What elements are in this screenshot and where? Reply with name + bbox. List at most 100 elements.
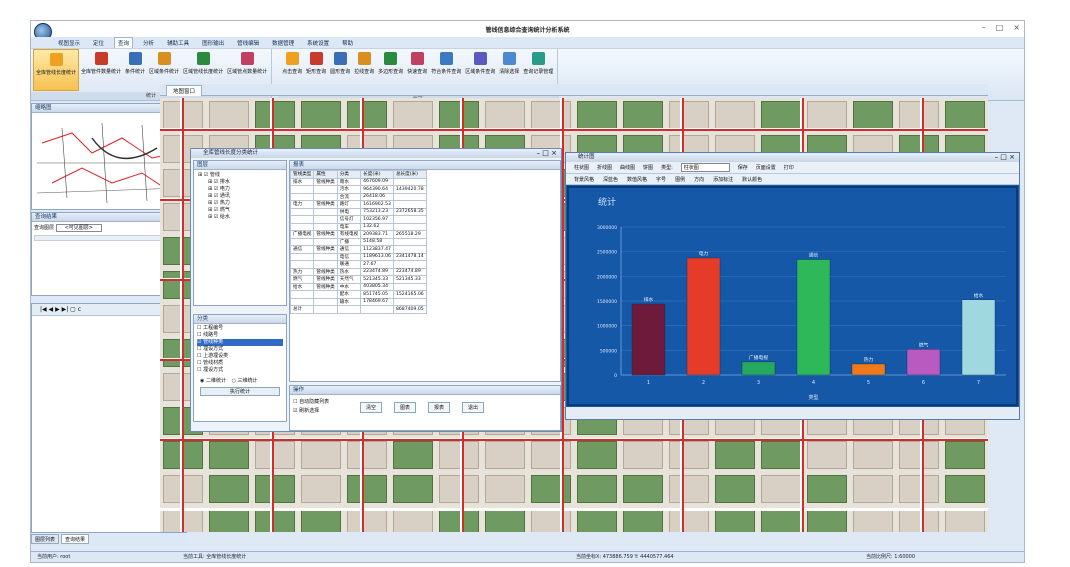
exit-button[interactable]: 退出 [462,402,485,413]
chart-tool-button[interactable]: 曲线图 [620,164,635,171]
tab-query-result[interactable]: 查询结果 [61,534,90,544]
chart-tool-button[interactable]: 打印 [784,164,794,171]
classify-item[interactable]: ☐ 工程编号 [197,325,283,332]
map-building [807,101,847,129]
table-cell [392,260,427,269]
layer-tree-item[interactable]: ⊞ ☑ 电力 [198,186,282,193]
chart-button[interactable]: 图表 [394,402,417,413]
stats-dialog: 全库管线长度分类统计 – □ × 图层 ⊞ ☑ 管线 ⊞ ☑ 排水 ⊞ ☑ 电力 ⊞ … [190,148,562,432]
tab-map-window[interactable]: 地图窗口 [166,85,203,96]
radio-3d[interactable]: ○ 三维统计 [232,378,258,384]
chart-option[interactable]: 数值风格 [627,176,647,183]
map-block [761,101,801,129]
map-block [347,475,387,503]
table-row: 热力 管线种类 热水 223474.89 223474.89 [290,267,427,276]
chart-option[interactable]: 添加标注 [713,176,733,183]
chart-tool-button[interactable]: 保存 [738,164,748,171]
chart-option[interactable]: 背景风格 [574,176,594,183]
classify-item[interactable]: ☐ 线路号 [197,332,283,339]
scope-select[interactable]: <可见图层> [55,224,102,232]
chart-tool-button[interactable]: 类型: [661,164,673,171]
layer-tree-item[interactable]: ⊞ ☑ 燃气 [198,207,282,214]
table-cell [392,192,427,201]
table-cell [313,260,338,269]
clear-button[interactable]: 清空 [360,402,383,413]
chart-tool-button[interactable]: 折线图 [597,164,612,171]
ribbon-button[interactable]: 全库管线长度统计 [33,49,80,91]
map-building [853,475,893,503]
chart-tool-button[interactable]: 饼图 [643,164,653,171]
map-block [301,101,341,129]
radio-2d[interactable]: ◉ 二维统计 [200,378,226,384]
menu-item[interactable]: 图形输出 [199,38,227,48]
tab-layer-list[interactable]: 图层列表 [31,534,60,544]
map-block [715,441,755,469]
layer-tree-item[interactable]: ⊞ ☑ 热力 [198,200,282,207]
chart-type-select[interactable]: 柱状图 [680,163,730,172]
chart-option[interactable]: 深蓝色 [603,176,618,183]
layer-tree-item[interactable]: ⊞ ☑ 给水 [198,214,282,221]
layers-title: 图层 [194,161,286,170]
tool-icon [333,52,347,65]
chart-tool-button[interactable]: 页面设置 [756,164,776,171]
bar [686,257,721,376]
map-block [255,101,295,129]
table-cell: 供电 [336,207,362,216]
map-building [439,441,479,469]
table-row: 电力 管线种类 路灯 1616902.53 [290,200,427,209]
ribbon-button[interactable]: 条件统计 [123,49,147,91]
chart-option[interactable]: 字号 [656,176,666,183]
tool-icon [309,52,323,65]
exec-button[interactable]: 执行统计 [200,387,280,396]
chart-option[interactable]: 图例 [675,176,685,183]
table-row: 输水 178469.67 [290,297,427,306]
chart-window-title: 统计图 [566,153,1019,162]
maximize-icon[interactable]: □ [996,23,1004,32]
classify-item[interactable]: ☐ 埋设方式 [197,367,283,374]
map-block [393,441,433,469]
tool-icon [502,52,516,65]
table-cell: 964390.64 [360,185,394,194]
menu-item[interactable]: 分析 [140,38,157,48]
chart-option[interactable]: 默认颜色 [742,176,762,183]
table-cell: 2341478.14 [392,252,427,261]
map-block [761,509,801,532]
menu-item[interactable]: 查询 [114,37,134,48]
layer-tree-item[interactable]: ⊞ ☑ 排水 [198,179,282,186]
chart-option[interactable]: 方向 [694,176,704,183]
map-pipe [160,129,988,131]
menu-item[interactable]: 帮助 [339,38,356,48]
report-button[interactable]: 报表 [428,402,451,413]
menu-item[interactable]: 管线编辑 [234,38,262,48]
table-cell: 1616902.53 [360,200,394,209]
menu-item[interactable]: 定位 [90,38,107,48]
minimize-icon[interactable]: – [982,23,986,32]
table-cell: 178469.67 [360,297,394,306]
chart-toolbar-2: 背景风格 深蓝色 数值风格 字号 图例 方向 添加标注 默认颜色 [566,174,1019,185]
map-block [623,475,663,503]
menu-item[interactable]: 系统设置 [304,38,332,48]
dialog-close-icon[interactable]: – □ × [537,149,557,157]
map-building [255,441,295,469]
classify-item[interactable]: ☐ 上游埋设类 [197,353,283,360]
ribbon-button[interactable]: 全库管件数量统计 [79,49,123,91]
tool-icon [240,52,254,65]
map-building [899,441,939,469]
classify-item[interactable]: ☐ 埋设方式 [197,346,283,353]
classify-item[interactable]: ☑ 管线种类 [197,339,283,346]
close-icon[interactable]: × [1013,23,1020,32]
tool-icon [157,52,171,65]
layer-tree-item[interactable]: ⊞ ☑ 管线 [198,172,282,179]
bar [631,303,666,376]
menu-item[interactable]: 数据管理 [269,38,297,48]
layer-tree-item[interactable]: ⊞ ☑ 通讯 [198,193,282,200]
chart-tool-button[interactable]: 柱状图 [574,164,589,171]
menu-item[interactable]: 辅助工具 [164,38,192,48]
chart-close-icon[interactable]: – □ × [995,153,1015,161]
table-row: 电信 1189613.06 2341478.14 [290,252,427,261]
ops-panel: 操作 ☐ 自动隐藏列表 ☑ 刷新选择 清空 图表 报表 退出 [289,385,561,431]
menu-item[interactable]: 视图显示 [55,38,83,48]
map-block [945,441,985,469]
table-cell: 雨水 [336,177,362,186]
classify-item[interactable]: ☐ 管线材质 [197,360,283,367]
